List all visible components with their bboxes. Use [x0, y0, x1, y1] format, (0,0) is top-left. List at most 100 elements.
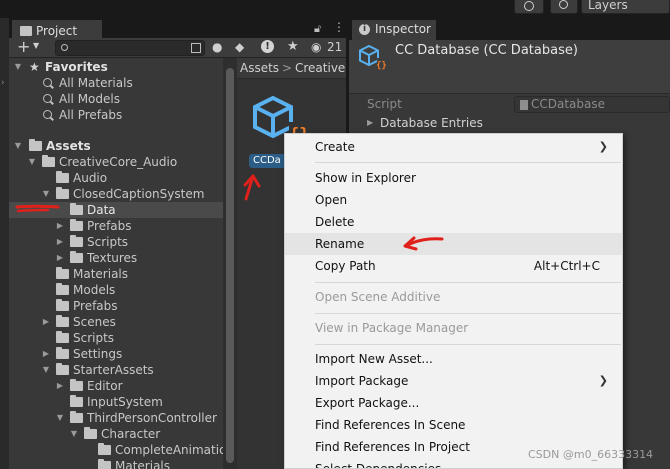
search-button[interactable]	[550, 0, 578, 14]
menu-item-create[interactable]: Create ❯	[285, 136, 622, 158]
tree-item-prefabs[interactable]: Prefabs	[9, 298, 223, 314]
chevron-right-icon: ›	[1, 78, 5, 88]
menu-item-show-in-explorer[interactable]: Show in Explorer	[285, 167, 622, 189]
folder-icon	[56, 283, 69, 295]
filter-by-label-icon[interactable]: ◆	[235, 40, 244, 54]
menu-item-rename[interactable]: Rename	[285, 233, 622, 255]
caret-down-icon[interactable]: ▼	[14, 138, 22, 154]
favorite-item-all-materials[interactable]: All Materials	[9, 75, 223, 91]
favorite-star-icon[interactable]: ★	[287, 39, 299, 54]
favorites-row[interactable]: ▼ ★ Favorites	[9, 59, 223, 75]
menu-item-delete[interactable]: Delete	[285, 211, 622, 233]
favorite-item-all-prefabs[interactable]: All Prefabs	[9, 107, 223, 123]
tree-item-label: Editor	[87, 379, 123, 393]
script-field[interactable]: CCDatabase	[514, 96, 670, 113]
search-icon	[61, 44, 68, 51]
add-asset-button[interactable]: +	[17, 38, 30, 56]
menu-separator	[315, 344, 621, 345]
search-icon	[43, 78, 52, 87]
menu-item-label: Import Package	[315, 374, 409, 388]
favorite-item-label: All Models	[59, 92, 120, 106]
script-field-value: CCDatabase	[531, 97, 606, 111]
menu-item-label: Copy Path	[315, 259, 376, 273]
folder-icon	[42, 155, 55, 167]
asset-item-name: CCDa	[253, 155, 281, 166]
project-toolbar: + ▼ ● ◆ ! ★ ◉ 21	[9, 38, 346, 58]
tree-item-thirdpersoncontroller[interactable]: ▼ ThirdPersonController	[9, 410, 223, 426]
tree-item-scripts[interactable]: Scripts	[9, 330, 223, 346]
menu-item-import-new-asset[interactable]: Import New Asset...	[285, 348, 622, 370]
folder-icon	[56, 315, 69, 327]
menu-item-copy-path[interactable]: Copy Path Alt+Ctrl+C	[285, 255, 622, 277]
layers-dropdown[interactable]: Layers	[581, 0, 670, 14]
tree-item-label: Settings	[73, 347, 123, 361]
menu-item-import-package[interactable]: Import Package ❯	[285, 370, 622, 392]
menu-item-open[interactable]: Open	[285, 189, 622, 211]
folder-icon	[56, 187, 69, 199]
tree-item-creativecore-audio[interactable]: ▼ CreativeCore_Audio	[9, 154, 223, 170]
tree-item-materials[interactable]: Materials	[9, 458, 223, 469]
caret-right-icon[interactable]: ▶	[42, 314, 50, 330]
tree-item-settings[interactable]: ▶ Settings	[9, 346, 223, 362]
favorite-item-label: All Materials	[59, 76, 133, 90]
annotation-arrow-data	[15, 204, 60, 213]
folder-icon	[98, 459, 111, 469]
tab-inspector[interactable]: i Inspector	[352, 20, 436, 40]
scrollbar-thumb[interactable]	[226, 68, 234, 463]
caret-down-icon[interactable]: ▼	[70, 426, 78, 442]
menu-item-label: Rename	[315, 237, 365, 251]
history-button[interactable]	[514, 0, 544, 14]
search-by-type-icon[interactable]	[191, 43, 201, 53]
folder-icon	[56, 363, 69, 375]
caret-down-icon[interactable]: ▼	[42, 362, 50, 378]
tree-item-models[interactable]: Models	[9, 282, 223, 298]
annotation-arrow-rename	[403, 236, 444, 251]
tree-item-character[interactable]: ▼ Character	[9, 426, 223, 442]
tree-item-materials[interactable]: Materials	[9, 266, 223, 282]
tree-item-textures[interactable]: ▶ Textures	[9, 250, 223, 266]
menu-separator	[315, 282, 621, 283]
chevron-right-icon: ❯	[598, 374, 608, 387]
filter-by-type-icon[interactable]: ●	[212, 40, 222, 54]
caret-down-icon[interactable]: ▼	[28, 154, 36, 170]
tree-item-editor[interactable]: ▶ Editor	[9, 378, 223, 394]
folder-icon	[56, 331, 69, 343]
menu-item-find-references-in-scene[interactable]: Find References In Scene	[285, 414, 622, 436]
tree-item-inputsystem[interactable]: InputSystem	[9, 394, 223, 410]
inspector-script-row: Script CCDatabase	[349, 96, 670, 114]
caret-right-icon[interactable]: ▶	[56, 250, 64, 266]
lock-icon[interactable]: 🔓︎	[314, 22, 321, 36]
tree-scrollbar[interactable]	[223, 58, 237, 469]
tree-item-scripts[interactable]: ▶ Scripts	[9, 234, 223, 250]
tree-item-label: Prefabs	[87, 219, 132, 233]
tree-item-completeanimation[interactable]: CompleteAnimation	[9, 442, 223, 458]
script-file-icon	[520, 100, 528, 110]
menu-item-export-package[interactable]: Export Package...	[285, 392, 622, 414]
search-input[interactable]	[55, 40, 205, 56]
tab-project-label: Project	[36, 24, 78, 38]
caret-right-icon[interactable]: ▶	[56, 218, 64, 234]
menu-item-label: Open Scene Additive	[315, 290, 441, 304]
caret-right-icon[interactable]: ▶	[56, 234, 64, 250]
caret-right-icon[interactable]: ▶	[42, 346, 50, 362]
caret-down-icon[interactable]: ▼	[56, 410, 64, 426]
warning-filter-icon[interactable]: !	[261, 40, 274, 53]
info-icon: i	[359, 24, 370, 35]
tree-item-prefabs[interactable]: ▶ Prefabs	[9, 218, 223, 234]
tree-item-starterassets[interactable]: ▼ StarterAssets	[9, 362, 223, 378]
breadcrumb-creativecore[interactable]: CreativeC	[295, 58, 346, 79]
breadcrumb: Assets > CreativeC	[237, 58, 346, 79]
database-entries-foldout[interactable]: ▶ Database Entries	[349, 116, 670, 132]
favorite-item-all-models[interactable]: All Models	[9, 91, 223, 107]
more-options-icon[interactable]: ⋮	[333, 20, 345, 34]
caret-right-icon[interactable]: ▶	[56, 378, 64, 394]
tree-item-assets[interactable]: ▼ Assets	[9, 138, 223, 154]
folder-icon	[56, 171, 69, 183]
inspector-title: CC Database (CC Database)	[395, 43, 578, 58]
tree-item-audio[interactable]: Audio	[9, 170, 223, 186]
tree-item-scenes[interactable]: ▶ Scenes	[9, 314, 223, 330]
caret-down-icon[interactable]: ▼	[14, 59, 22, 75]
breadcrumb-assets[interactable]: Assets	[240, 58, 279, 79]
tree-item-label: Prefabs	[73, 299, 118, 313]
hidden-packages-eye-icon[interactable]: ◉	[311, 40, 321, 54]
